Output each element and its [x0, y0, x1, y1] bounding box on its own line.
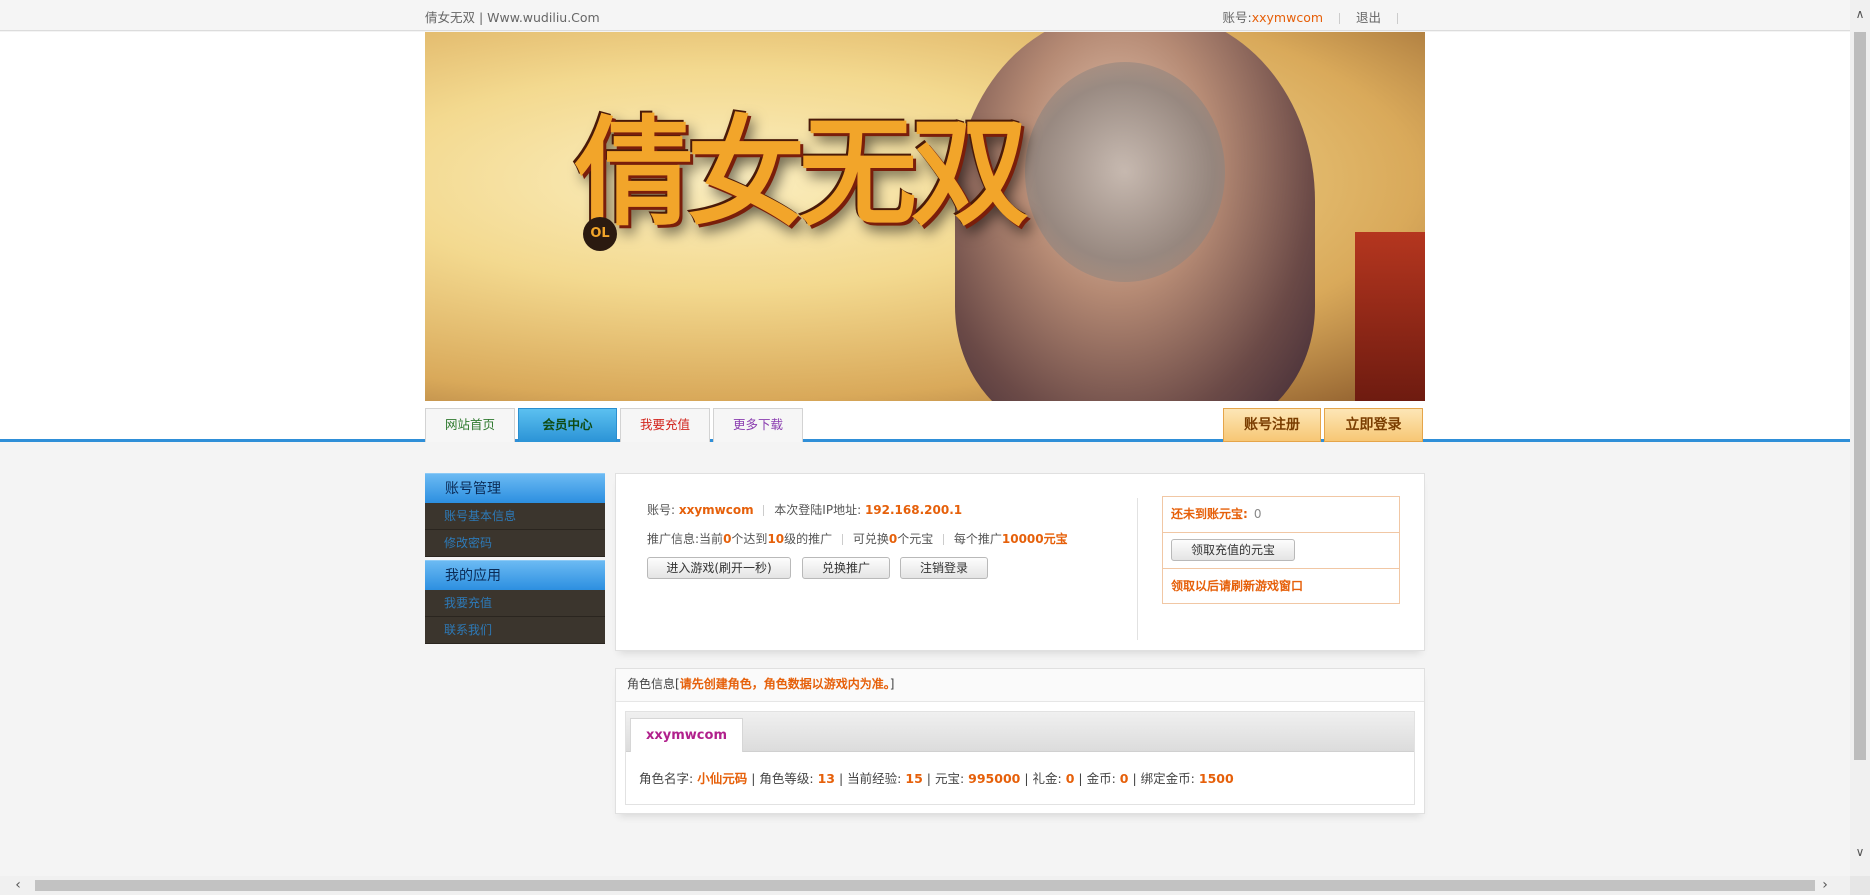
role-gold-value: 0: [1119, 771, 1129, 786]
reward-value: 10000元宝: [1001, 532, 1068, 546]
account-row: 账号: xxymwcom 本次登陆IP地址: 192.168.200.1: [647, 501, 962, 518]
role-level-label: 角色等级:: [759, 771, 814, 786]
tab-home[interactable]: 网站首页: [425, 408, 515, 442]
ip-label: 本次登陆IP地址:: [774, 503, 862, 517]
tab-downloads[interactable]: 更多下载: [713, 408, 803, 442]
refresh-notice: 领取以后请刷新游戏窗口: [1171, 579, 1304, 593]
pending-label: 还未到账元宝:: [1171, 507, 1248, 521]
panel-divider: [1137, 498, 1138, 640]
promo-label: 推广信息:: [647, 532, 700, 546]
role-yuanbao-value: 995000: [968, 771, 1021, 786]
pending-value: 0: [1253, 507, 1262, 521]
role-bound-gold-value: 1500: [1198, 771, 1234, 786]
tab-recharge-label: 我要充值: [639, 417, 690, 432]
vertical-scrollbar[interactable]: ∧ ∨: [1850, 0, 1870, 876]
exchange-text: 个元宝: [897, 532, 934, 546]
promo-level: 10: [767, 532, 785, 546]
enter-game-button[interactable]: 进入游戏(刷开一秒): [647, 557, 791, 579]
claim-yuanbao-button[interactable]: 领取充值的元宝: [1171, 539, 1296, 561]
role-yuanbao-label: 元宝:: [934, 771, 965, 786]
promo-text: 个达到: [731, 532, 768, 546]
game-logo: 倩女无双: [575, 103, 1029, 242]
account-label: 账号:: [647, 503, 676, 517]
tab-member-center-label: 会员中心: [542, 417, 593, 432]
login-button[interactable]: 立即登录: [1324, 408, 1423, 442]
scroll-down-icon[interactable]: ∨: [1850, 842, 1870, 862]
scroll-corner: [1850, 876, 1870, 895]
sidebar-heading-account: 账号管理: [425, 473, 605, 503]
register-button[interactable]: 账号注册: [1223, 408, 1321, 442]
tab-recharge[interactable]: 我要充值: [620, 408, 710, 442]
role-panel: 角色信息[请先创建角色，角色数据以游戏内为准。] xxymwcom 角色名字: …: [615, 668, 1425, 814]
reward-text: 每个推广: [953, 532, 1002, 546]
role-gift-label: 礼金:: [1032, 771, 1062, 786]
sidebar-item-recharge[interactable]: 我要充值: [425, 590, 605, 617]
logo-badge: OL: [583, 217, 617, 251]
divider: [841, 534, 843, 545]
role-bound-gold-label: 绑定金币:: [1140, 771, 1195, 786]
exchange-count: 0: [888, 532, 898, 546]
role-tab[interactable]: xxymwcom: [630, 718, 743, 752]
yuanbao-box: 还未到账元宝: 0 领取充值的元宝 领取以后请刷新游戏窗口: [1162, 496, 1400, 604]
account-name: xxymwcom: [1251, 10, 1324, 25]
sidebar-item-contact[interactable]: 联系我们: [425, 617, 605, 644]
header-band: 倩女无双 OL: [0, 32, 1850, 442]
banner-flag: [1355, 232, 1425, 401]
top-bar: 倩女无双 | Www.wudiliu.Com 账号:xxymwcom 退出: [0, 0, 1850, 31]
divider: [1339, 13, 1341, 24]
vertical-scroll-thumb[interactable]: [1854, 32, 1866, 760]
role-gold-label: 金币:: [1086, 771, 1116, 786]
logout-button[interactable]: 注销登录: [900, 557, 988, 579]
divider: [1397, 13, 1398, 24]
logout-link[interactable]: 退出: [1356, 10, 1381, 25]
role-gift-value: 0: [1065, 771, 1075, 786]
claim-cell: 领取充值的元宝: [1163, 533, 1399, 569]
scroll-left-icon[interactable]: ‹: [8, 876, 28, 895]
divider: [763, 505, 765, 516]
pending-yuanbao: 还未到账元宝: 0: [1163, 497, 1399, 533]
account-name: xxymwcom: [678, 503, 754, 517]
exchange-promo-button[interactable]: 兑换推广: [802, 557, 890, 579]
role-header-warning: 请先创建角色，角色数据以游戏内为准。: [679, 677, 890, 691]
horizontal-scroll-thumb[interactable]: [35, 880, 1815, 891]
promo-row: 推广信息:当前0个达到10级的推广 可兑换0个元宝 每个推广10000元宝: [647, 530, 1068, 547]
role-level-value: 13: [817, 771, 835, 786]
role-tabbar: xxymwcom: [626, 712, 1414, 752]
tab-downloads-label: 更多下载: [732, 417, 783, 432]
promo-text: 级的推广: [784, 532, 833, 546]
sidebar: 账号管理 账号基本信息 修改密码 我的应用 我要充值 联系我们: [425, 473, 605, 644]
notice-cell: 领取以后请刷新游戏窗口: [1163, 569, 1399, 605]
sidebar-item-change-password[interactable]: 修改密码: [425, 530, 605, 557]
role-header-bracket: ]: [889, 677, 895, 691]
ip-value: 192.168.200.1: [864, 503, 963, 517]
banner-hair: [1025, 62, 1225, 282]
role-exp-label: 当前经验:: [847, 771, 902, 786]
horizontal-scrollbar[interactable]: ‹ ›: [0, 876, 1850, 895]
promo-text: 当前: [699, 532, 724, 546]
tab-home-label: 网站首页: [444, 417, 495, 432]
tab-member-center[interactable]: 会员中心: [518, 408, 617, 442]
role-panel-header: 角色信息[请先创建角色，角色数据以游戏内为准。]: [616, 669, 1424, 702]
divider: [943, 534, 945, 545]
role-name-label: 角色名字:: [639, 771, 694, 786]
sidebar-heading-apps: 我的应用: [425, 560, 605, 590]
scroll-right-icon[interactable]: ›: [1815, 876, 1835, 895]
site-title: 倩女无双 | Www.wudiliu.Com: [425, 10, 600, 25]
role-details: 角色名字: 小仙元码 | 角色等级: 13 | 当前经验: 15 | 元宝: 9…: [639, 771, 1234, 786]
role-exp-value: 15: [905, 771, 923, 786]
account-panel: 账号: xxymwcom 本次登陆IP地址: 192.168.200.1 推广信…: [615, 473, 1425, 651]
role-name-value: 小仙元码: [697, 771, 748, 786]
role-header-label: 角色信息[: [627, 677, 680, 691]
account-label: 账号:: [1222, 10, 1252, 25]
scroll-up-icon[interactable]: ∧: [1850, 4, 1870, 24]
role-tabs-box: xxymwcom 角色名字: 小仙元码 | 角色等级: 13 | 当前经验: 1…: [625, 711, 1415, 805]
exchange-text: 可兑换: [852, 532, 889, 546]
account-info: 账号:xxymwcom 退出: [1223, 7, 1410, 26]
sidebar-item-account-info[interactable]: 账号基本信息: [425, 503, 605, 530]
game-banner: 倩女无双 OL: [425, 32, 1425, 401]
